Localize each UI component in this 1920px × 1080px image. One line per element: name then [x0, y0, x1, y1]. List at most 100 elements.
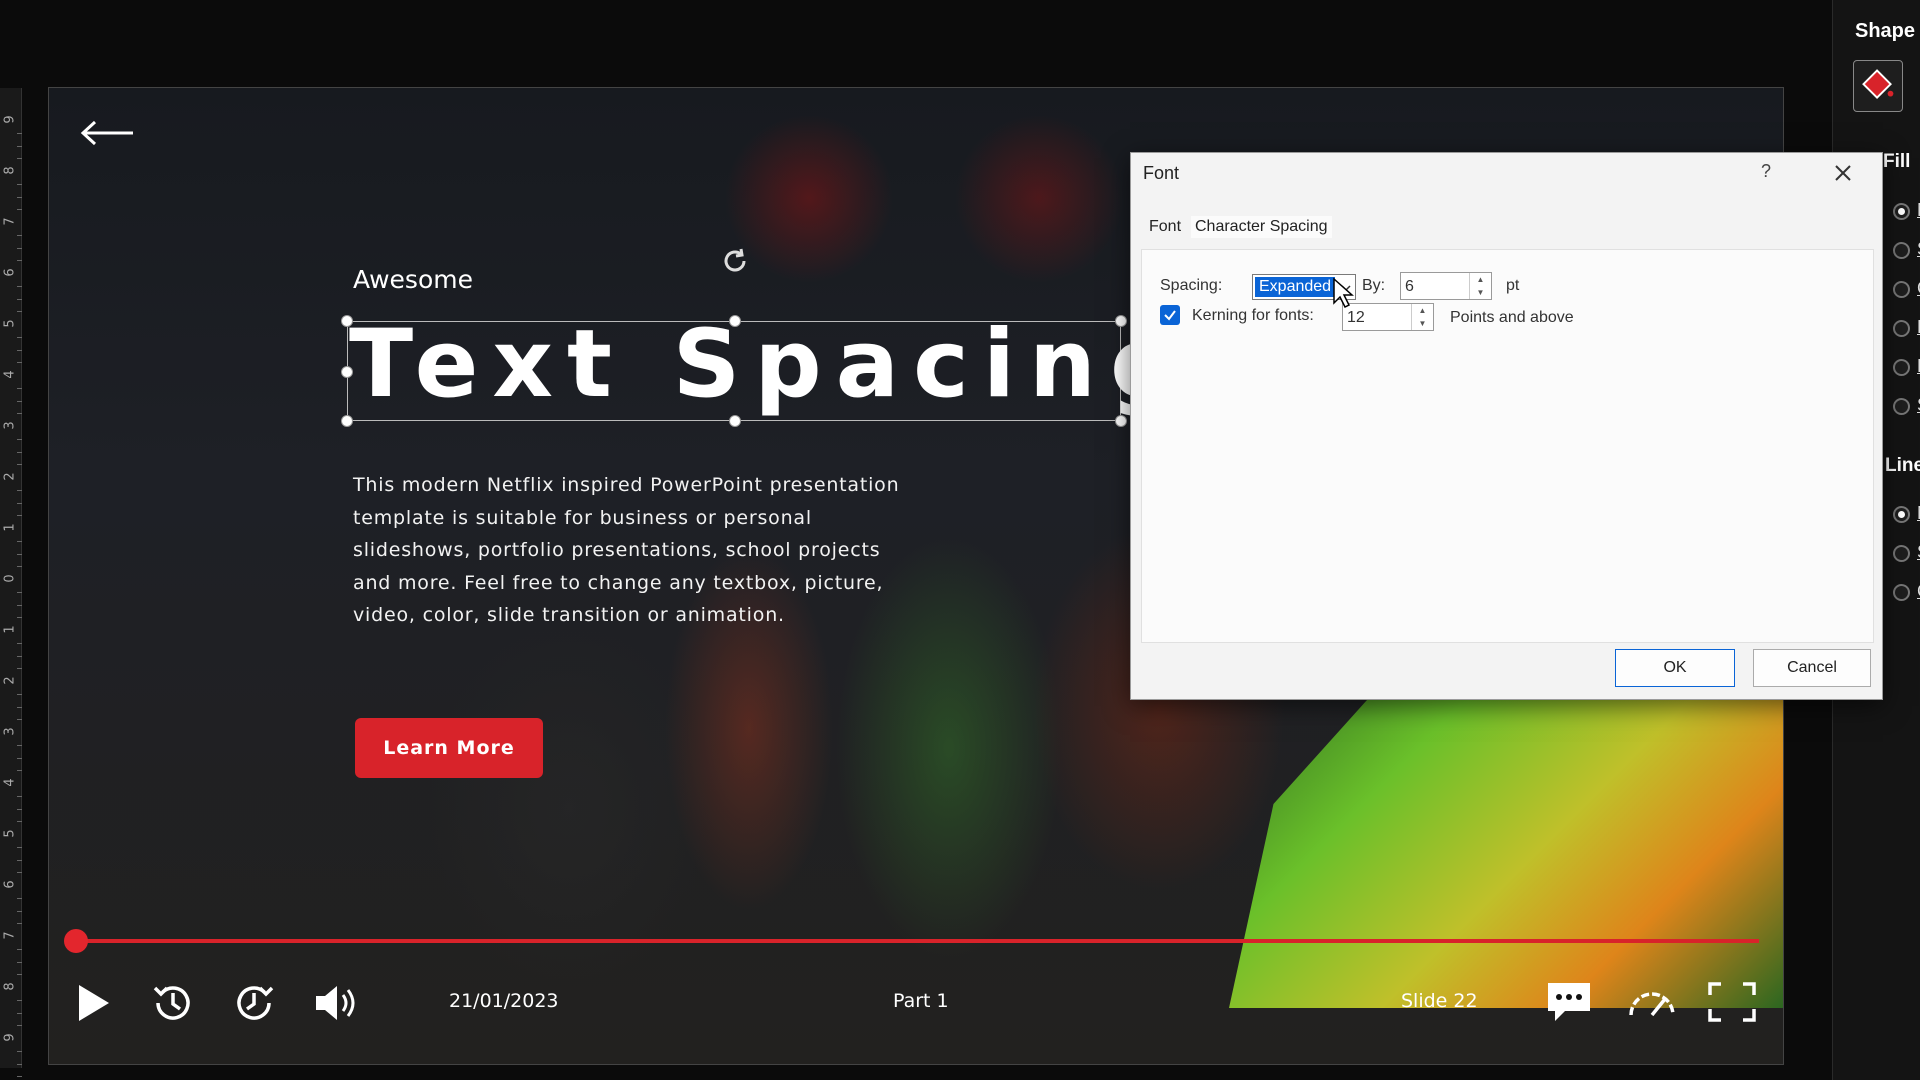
- character-spacing-panel: Spacing: Expanded By: 6 ▲ ▼ pt Kerning fo…: [1141, 249, 1874, 643]
- by-spinner[interactable]: 6 ▲ ▼: [1400, 272, 1492, 300]
- fill-option-radio[interactable]: [1893, 281, 1910, 298]
- fill-option-radio[interactable]: [1893, 203, 1910, 220]
- ruler-tick: [0, 515, 22, 517]
- line-option-radio[interactable]: [1893, 506, 1910, 523]
- by-value[interactable]: 6: [1405, 278, 1414, 296]
- ruler-label: 3: [2, 727, 18, 736]
- ruler-tick: [0, 502, 22, 504]
- mouse-cursor-icon: [1333, 277, 1354, 309]
- spinner-arrows[interactable]: ▲ ▼: [1411, 304, 1433, 330]
- ruler-tick: [0, 617, 22, 619]
- ruler-label: 5: [2, 829, 18, 838]
- fill-line-tab[interactable]: [1853, 60, 1903, 112]
- kerning-checkbox[interactable]: [1160, 305, 1180, 325]
- by-label: By:: [1362, 277, 1386, 294]
- ruler-tick: [0, 910, 22, 912]
- ruler-tick: [0, 744, 22, 746]
- ruler-tick: [0, 1012, 22, 1014]
- ruler-label: 9: [2, 1033, 18, 1042]
- line-option-radio[interactable]: [1893, 545, 1910, 562]
- ruler-tick: [0, 655, 22, 657]
- ruler-tick: [0, 872, 22, 874]
- ruler-label: 7: [2, 217, 18, 226]
- kerning-suffix: Points and above: [1450, 309, 1574, 326]
- ruler-tick: [0, 923, 22, 925]
- fill-option-radio[interactable]: [1893, 398, 1910, 415]
- ruler-tick: [0, 349, 22, 351]
- ruler-label: 3: [2, 421, 18, 430]
- ruler-tick: [0, 999, 22, 1001]
- ruler-tick: [0, 604, 22, 606]
- ruler-tick: [0, 808, 22, 810]
- ruler-tick: [0, 974, 22, 976]
- line-option-radio[interactable]: [1893, 584, 1910, 601]
- back-arrow-icon[interactable]: [79, 118, 135, 148]
- ruler-label: 9: [2, 115, 18, 124]
- rotate-handle-icon[interactable]: [719, 245, 751, 277]
- fullscreen-icon[interactable]: [1707, 981, 1757, 1023]
- help-button[interactable]: ?: [1761, 161, 1771, 182]
- ruler-label: 2: [2, 676, 18, 685]
- vertical-ruler: 9 8 7 6 5 4 3 2 1 0 1 2 3 4 5 6 7 8 9: [0, 88, 22, 1078]
- subtitles-icon[interactable]: [1545, 979, 1593, 1025]
- ruler-label: 0: [2, 574, 18, 583]
- ruler-tick: [0, 362, 22, 364]
- kerning-spinner[interactable]: 12 ▲ ▼: [1342, 303, 1434, 331]
- ruler-tick: [0, 1076, 22, 1078]
- ruler-label: 6: [2, 268, 18, 277]
- ruler-tick: [0, 145, 22, 147]
- by-unit: pt: [1506, 277, 1520, 294]
- ruler-tick: [0, 132, 22, 134]
- ruler-tick: [0, 961, 22, 963]
- ruler-tick: [0, 247, 22, 249]
- ruler-tick: [0, 298, 22, 300]
- tab-character-spacing[interactable]: Character Spacing: [1191, 216, 1332, 238]
- background-photo-jacket: [1229, 668, 1783, 1008]
- cancel-button[interactable]: Cancel: [1753, 649, 1871, 687]
- slide-title[interactable]: Text Spacing: [349, 310, 1191, 419]
- progress-bar[interactable]: [75, 939, 1759, 943]
- learn-more-button[interactable]: Learn More: [355, 718, 543, 778]
- volume-icon[interactable]: [313, 982, 357, 1024]
- ruler-tick: [0, 642, 22, 644]
- spacing-label: Spacing:: [1160, 277, 1223, 294]
- ruler-tick: [0, 158, 22, 160]
- ruler-tick: [0, 591, 22, 593]
- slide-body-text[interactable]: This modern Netflix inspired PowerPoint …: [353, 469, 913, 632]
- slide-number-label: Slide 22: [1401, 990, 1478, 1012]
- ruler-tick: [0, 489, 22, 491]
- ruler-tick: [0, 387, 22, 389]
- ruler-tick: [0, 464, 22, 466]
- rewind-icon[interactable]: [149, 980, 195, 1026]
- ok-button[interactable]: OK: [1615, 649, 1735, 687]
- ruler-tick: [0, 668, 22, 670]
- forward-icon[interactable]: [232, 980, 278, 1026]
- kerning-value[interactable]: 12: [1347, 309, 1365, 327]
- speed-icon[interactable]: [1625, 981, 1679, 1023]
- ruler-label: 7: [2, 931, 18, 940]
- ruler-tick: [0, 400, 22, 402]
- date-label: 21/01/2023: [449, 990, 559, 1012]
- ruler-tick: [0, 540, 22, 542]
- ruler-tick: [0, 757, 22, 759]
- font-dialog: Font ? Font Character Spacing Spacing: E…: [1130, 152, 1883, 700]
- tab-font[interactable]: Font: [1145, 216, 1185, 238]
- ruler-label: 4: [2, 370, 18, 379]
- fill-option-radio[interactable]: [1893, 242, 1910, 259]
- close-icon[interactable]: [1831, 161, 1855, 185]
- panel-title: Shape (: [1855, 20, 1920, 42]
- fill-option-radio[interactable]: [1893, 320, 1910, 337]
- ruler-tick: [0, 859, 22, 861]
- ruler-label: 5: [2, 319, 18, 328]
- progress-knob[interactable]: [64, 929, 88, 953]
- ruler-tick: [0, 795, 22, 797]
- ruler-label: 4: [2, 778, 18, 787]
- ruler-tick: [0, 1025, 22, 1027]
- slide-subtitle[interactable]: Awesome: [353, 265, 473, 294]
- fill-option-radio[interactable]: [1893, 359, 1910, 376]
- spinner-arrows[interactable]: ▲ ▼: [1469, 273, 1491, 299]
- checkmark-icon: [1164, 310, 1176, 321]
- play-icon[interactable]: [73, 981, 113, 1025]
- ruler-tick: [0, 566, 22, 568]
- ruler-tick: [0, 1050, 22, 1052]
